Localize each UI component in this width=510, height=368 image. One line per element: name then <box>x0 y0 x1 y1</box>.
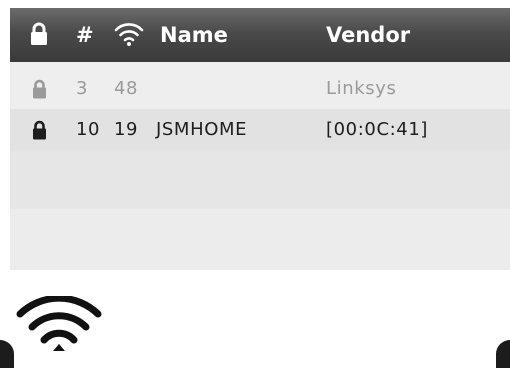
empty-row <box>10 209 510 270</box>
lock-icon <box>32 79 47 99</box>
device-bezel-corner <box>0 340 14 368</box>
row-vendor: [00:0C:41] <box>326 119 429 140</box>
device-bezel-corner <box>496 340 510 368</box>
column-header-number[interactable]: # <box>76 21 94 49</box>
networks-table: # Name Vendor 3 48 Linksys 10 19 JSMHOME… <box>10 8 510 270</box>
row-signal: 19 <box>114 119 139 140</box>
row-number: 10 <box>76 119 101 140</box>
lock-icon <box>32 120 47 140</box>
empty-row <box>10 151 510 209</box>
lock-icon <box>30 22 48 46</box>
app-frame: # Name Vendor 3 48 Linksys 10 19 JSMHOME… <box>0 0 510 368</box>
table-row[interactable]: 3 48 Linksys <box>10 72 510 106</box>
row-vendor: Linksys <box>326 78 397 99</box>
row-name: JSMHOME <box>156 119 248 140</box>
column-header-vendor[interactable]: Vendor <box>326 21 410 49</box>
wifi-signal-icon <box>114 21 144 54</box>
table-header: # Name Vendor <box>10 8 510 62</box>
column-header-name[interactable]: Name <box>160 21 228 49</box>
wifi-icon[interactable] <box>14 294 104 360</box>
row-number: 3 <box>76 78 89 99</box>
table-row-selected[interactable]: 10 19 JSMHOME [00:0C:41] <box>10 109 510 151</box>
row-signal: 48 <box>114 78 139 99</box>
